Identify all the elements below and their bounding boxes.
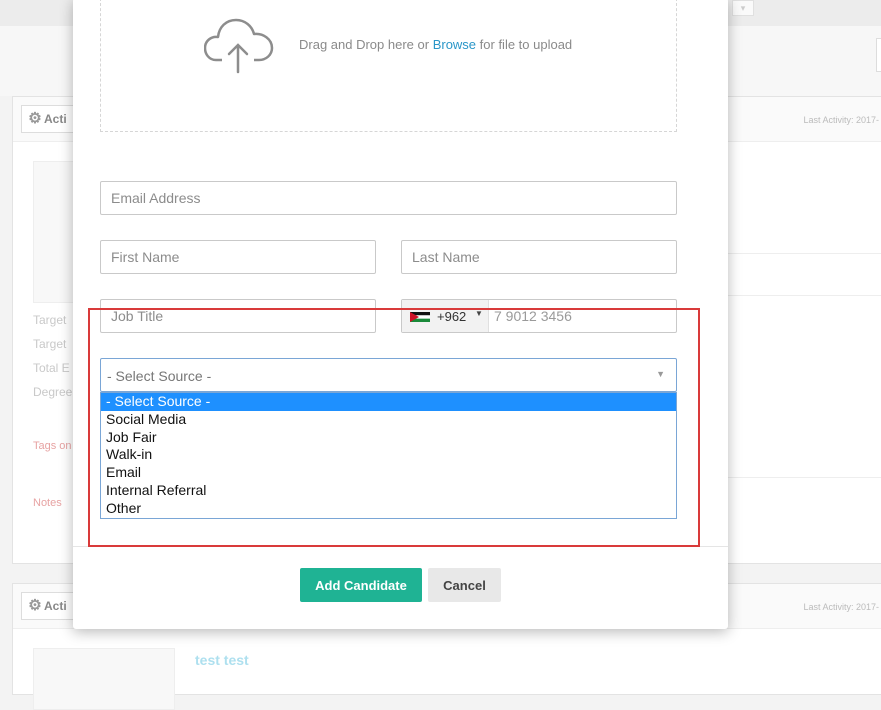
modal-footer-divider bbox=[73, 546, 728, 547]
cloud-upload-icon bbox=[204, 18, 274, 74]
phone-field-group: +962 ▼ bbox=[401, 299, 686, 333]
upload-instructions: Drag and Drop here or Browse for file to… bbox=[299, 37, 573, 52]
divider bbox=[728, 477, 881, 478]
background-side-button[interactable] bbox=[876, 38, 881, 72]
source-select[interactable]: - Select Source - ▼ bbox=[100, 358, 677, 392]
source-select-value: - Select Source - bbox=[107, 368, 212, 384]
source-option[interactable]: Social Media bbox=[101, 411, 676, 429]
last-activity: Last Activity: 2017- bbox=[803, 602, 879, 612]
source-option[interactable]: Job Fair bbox=[101, 429, 676, 447]
source-option[interactable]: Walk-in bbox=[101, 446, 676, 464]
side-label: Degree bbox=[33, 385, 73, 399]
source-options-list: - Select Source - Social Media Job Fair … bbox=[100, 392, 677, 519]
tags-label: Tags on bbox=[33, 440, 72, 452]
cancel-button[interactable]: Cancel bbox=[428, 568, 501, 602]
side-label: Total E bbox=[33, 361, 70, 375]
avatar bbox=[33, 161, 75, 303]
source-option[interactable]: Email bbox=[101, 464, 676, 482]
source-option[interactable]: Internal Referral bbox=[101, 482, 676, 500]
country-code-select[interactable]: +962 ▼ bbox=[402, 300, 489, 332]
actions-label: Acti bbox=[44, 599, 67, 613]
chevron-down-icon: ▼ bbox=[656, 369, 665, 379]
source-option[interactable]: Other bbox=[101, 500, 676, 518]
jordan-flag-icon bbox=[410, 312, 430, 322]
side-label: Target bbox=[33, 313, 67, 327]
source-option[interactable]: - Select Source - bbox=[101, 393, 676, 411]
dial-code: +962 bbox=[437, 309, 467, 324]
job-title-field[interactable] bbox=[100, 299, 376, 333]
divider bbox=[728, 253, 881, 254]
add-candidate-modal: Drag and Drop here or Browse for file to… bbox=[73, 0, 728, 629]
email-field[interactable] bbox=[100, 181, 677, 215]
first-name-field[interactable] bbox=[100, 240, 376, 274]
file-dropzone[interactable]: Drag and Drop here or Browse for file to… bbox=[100, 0, 677, 132]
gear-icon: ⚙ bbox=[28, 597, 42, 614]
add-candidate-button[interactable]: Add Candidate bbox=[300, 568, 422, 602]
notes-label: Notes bbox=[33, 497, 62, 509]
phone-input[interactable] bbox=[488, 300, 686, 332]
browse-link[interactable]: Browse bbox=[433, 37, 476, 52]
avatar bbox=[33, 648, 175, 710]
chevron-down-icon[interactable]: ▾ bbox=[732, 0, 754, 16]
last-activity: Last Activity: 2017- bbox=[803, 115, 879, 125]
side-label: Target bbox=[33, 337, 67, 351]
actions-label: Acti bbox=[44, 112, 67, 126]
last-name-field[interactable] bbox=[401, 240, 677, 274]
caret-down-icon: ▼ bbox=[475, 309, 483, 318]
divider bbox=[728, 295, 881, 296]
candidate-name[interactable]: test test bbox=[195, 652, 249, 668]
gear-icon: ⚙ bbox=[28, 110, 42, 127]
